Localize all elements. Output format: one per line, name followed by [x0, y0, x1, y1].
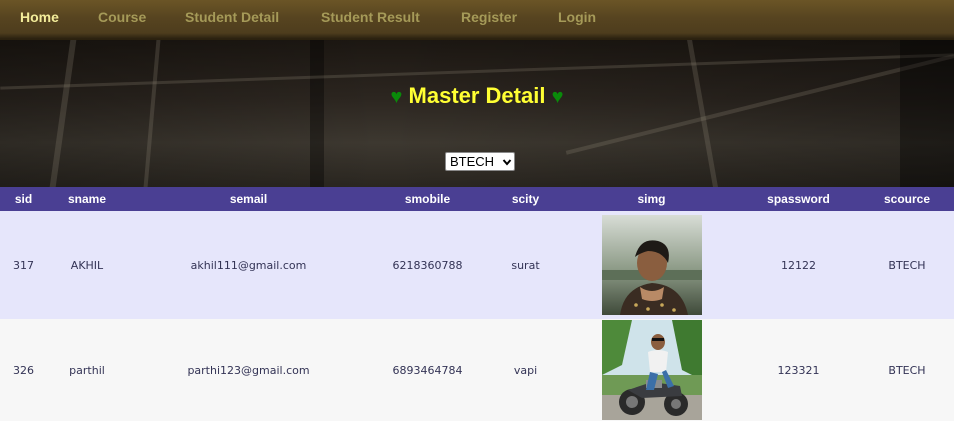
course-select-value: BTECH [450, 154, 495, 169]
hero-banner: ♥ Master Detail ♥ BTECH [0, 40, 954, 187]
background-shadow [900, 40, 954, 187]
nav-home-link[interactable]: Home [20, 9, 59, 25]
cell-smobile: 6218360788 [370, 211, 485, 319]
column-header-sid: sid [0, 187, 47, 211]
course-select[interactable]: BTECH [445, 152, 515, 171]
cell-semail: parthi123@gmail.com [127, 319, 370, 421]
heart-icon: ♥ [551, 86, 564, 108]
column-header-scity: scity [485, 187, 566, 211]
cell-scource: BTECH [860, 319, 954, 421]
nav-student-result-link[interactable]: Student Result [321, 9, 420, 25]
page-title-text: Master Detail [408, 83, 546, 108]
cell-spassword: 12122 [737, 211, 860, 319]
cell-sid: 317 [0, 211, 47, 319]
cell-simg [566, 319, 737, 421]
table-row: 317 AKHIL akhil111@gmail.com 6218360788 … [0, 211, 954, 319]
cell-scource: BTECH [860, 211, 954, 319]
nav-course-link[interactable]: Course [98, 9, 146, 25]
background-beam [143, 40, 161, 187]
table-header-row: sid sname semail smobile scity simg spas… [0, 187, 954, 211]
cell-sname: AKHIL [47, 211, 127, 319]
column-header-smobile: smobile [370, 187, 485, 211]
cell-simg [566, 211, 737, 319]
background-beam [49, 40, 77, 187]
column-header-semail: semail [127, 187, 370, 211]
table-row: 326 parthil parthi123@gmail.com 68934647… [0, 319, 954, 421]
chevron-down-icon [502, 158, 512, 166]
cell-scity: surat [485, 211, 566, 319]
heart-icon: ♥ [390, 86, 403, 108]
student-table: sid sname semail smobile scity simg spas… [0, 187, 954, 421]
background-beam [310, 40, 324, 187]
column-header-spassword: spassword [737, 187, 860, 211]
student-photo-motorcycle [601, 320, 702, 420]
cell-smobile: 6893464784 [370, 319, 485, 421]
cell-sid: 326 [0, 319, 47, 421]
cell-semail: akhil111@gmail.com [127, 211, 370, 319]
column-header-simg: simg [566, 187, 737, 211]
student-photo-portrait [601, 215, 702, 315]
cell-scity: vapi [485, 319, 566, 421]
nav-register-link[interactable]: Register [461, 9, 517, 25]
column-header-sname: sname [47, 187, 127, 211]
column-header-scource: scource [860, 187, 954, 211]
nav-login-link[interactable]: Login [558, 9, 596, 25]
cell-sname: parthil [47, 319, 127, 421]
top-navbar: Home Course Student Detail Student Resul… [0, 0, 954, 40]
page-title: ♥ Master Detail ♥ [0, 83, 954, 109]
cell-spassword: 123321 [737, 319, 860, 421]
nav-student-detail-link[interactable]: Student Detail [185, 9, 279, 25]
